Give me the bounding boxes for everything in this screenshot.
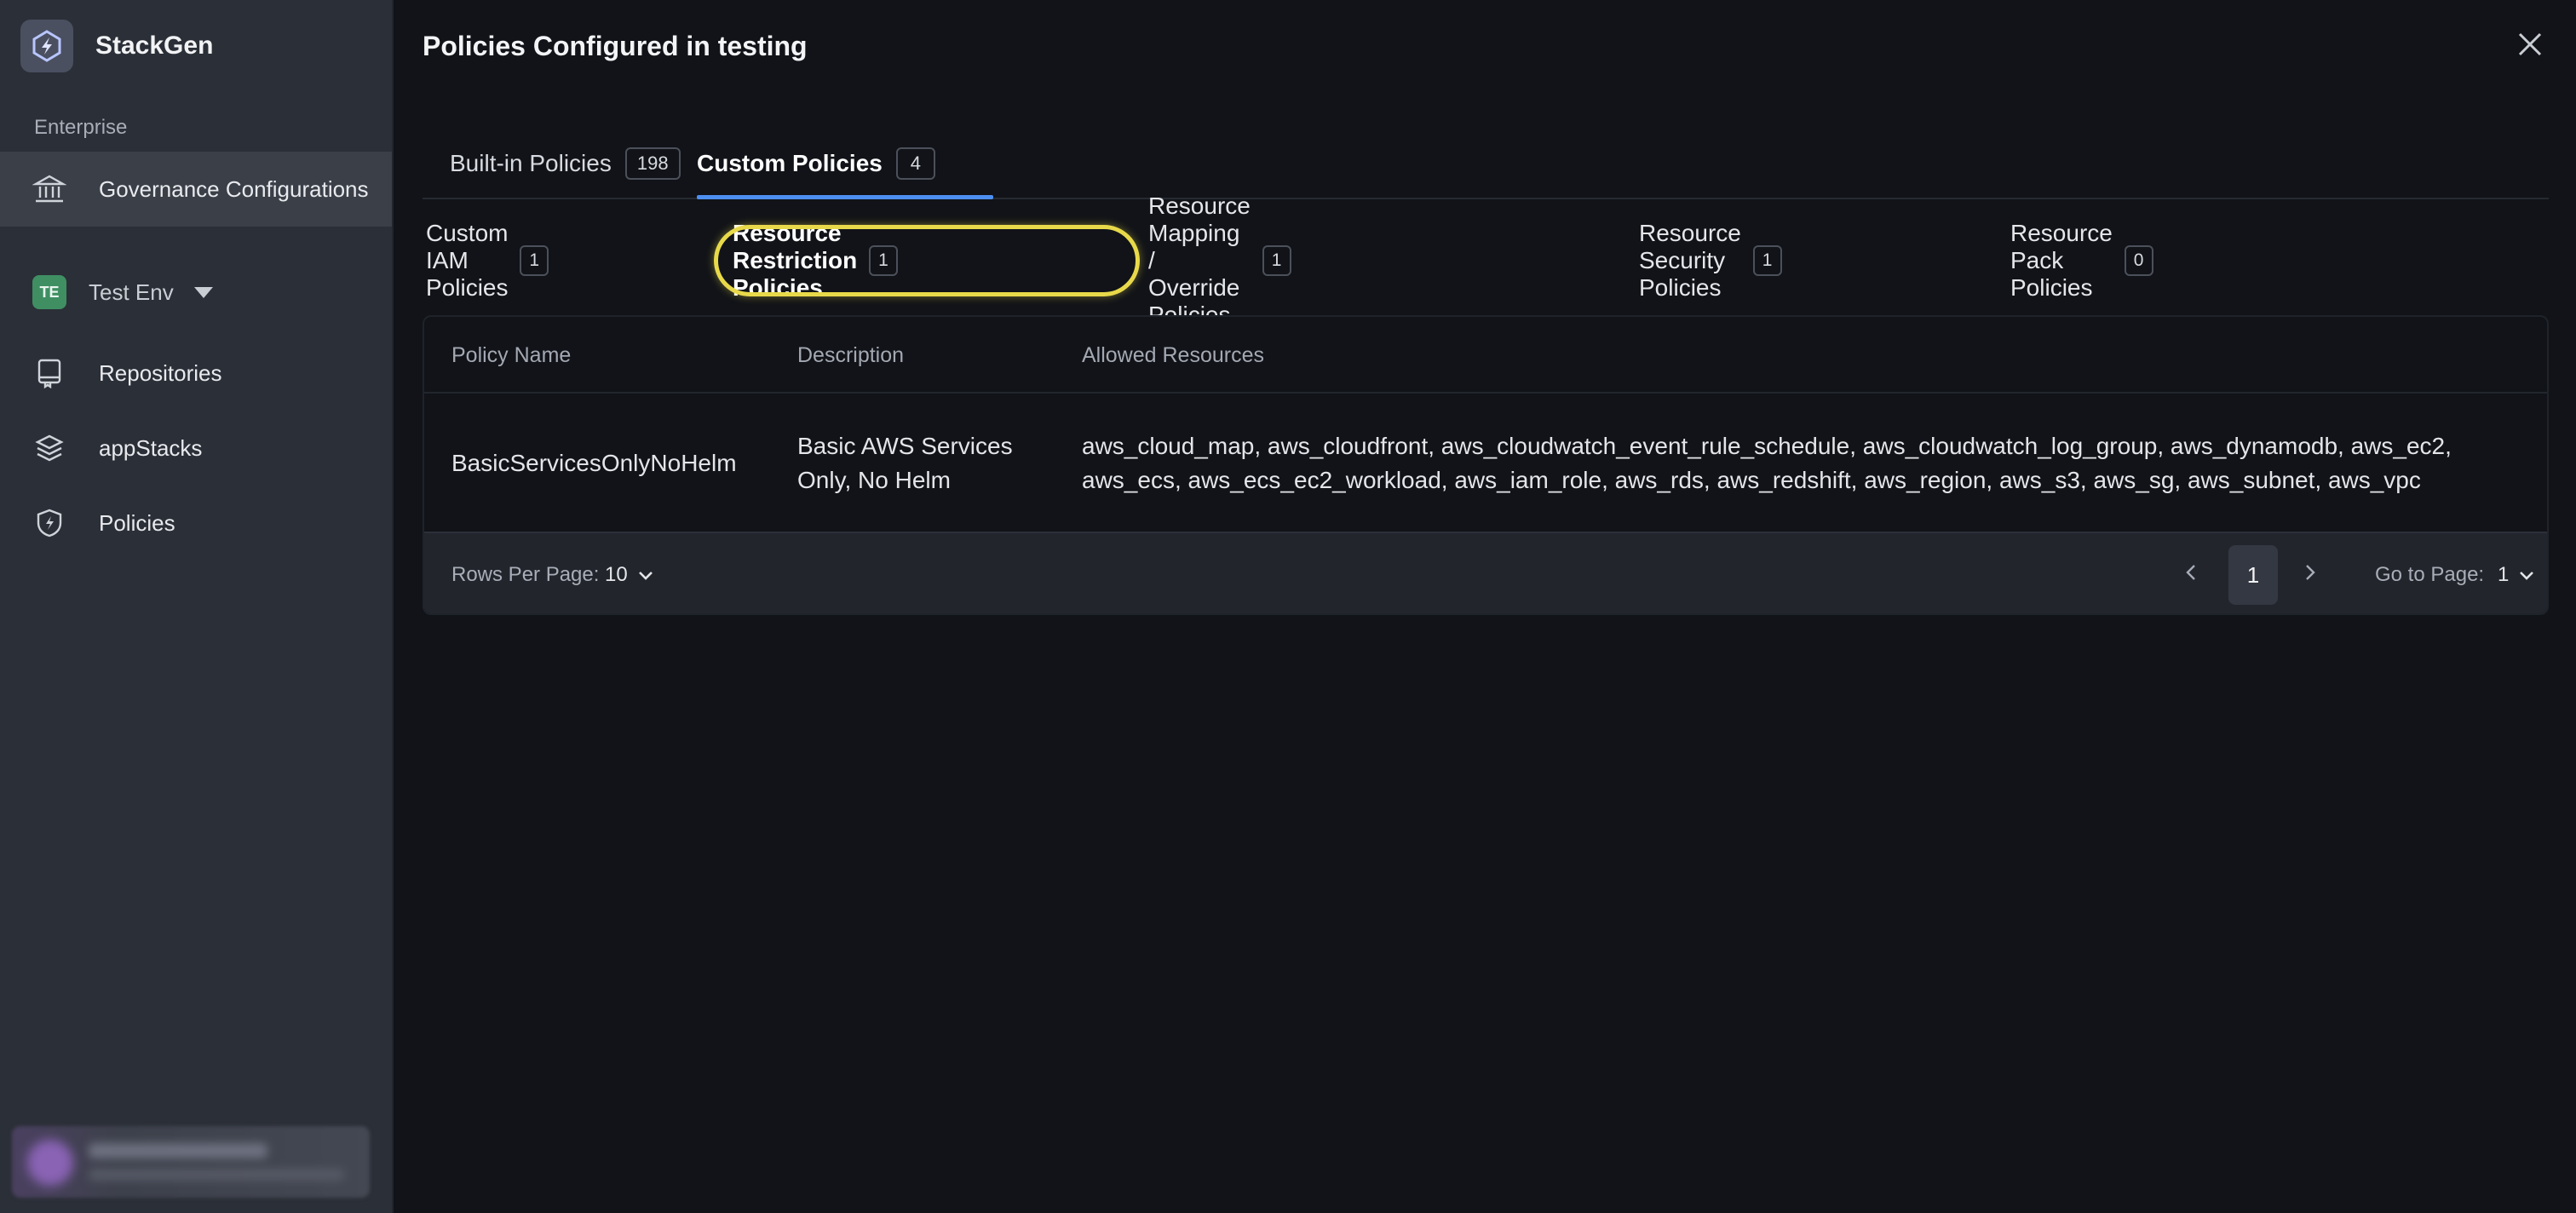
bank-icon <box>32 172 66 206</box>
subtab-resource-mapping-override-policies[interactable]: Resource Mapping / Override Policies 1 <box>1148 193 1291 328</box>
sidebar-item-policies[interactable]: Policies <box>0 489 392 557</box>
subtab-resource-pack-policies[interactable]: Resource Pack Policies 0 <box>2010 220 2153 301</box>
sidebar-item-repositories[interactable]: Repositories <box>0 339 392 407</box>
subtab-label: Resource Pack Policies <box>2010 220 2113 301</box>
user-name-redacted <box>89 1143 267 1158</box>
avatar <box>27 1140 73 1186</box>
user-email-redacted <box>89 1169 344 1181</box>
policies-table: Policy Name Description Allowed Resource… <box>423 315 2549 615</box>
chevron-down-icon <box>2520 572 2534 580</box>
subtab-label: Custom IAM Policies <box>426 220 509 301</box>
cell-allowed-resources: aws_cloud_map, aws_cloudfront, aws_cloud… <box>1082 395 2452 532</box>
column-header-policy-name: Policy Name <box>451 342 572 367</box>
tab-label: Custom Policies <box>697 150 883 176</box>
subtab-count-badge: 1 <box>1752 245 1782 276</box>
go-to-page-value: 1 <box>2498 563 2510 586</box>
user-profile[interactable] <box>12 1126 370 1198</box>
sidebar-item-label: Policies <box>99 509 175 536</box>
chevron-right-icon <box>2306 565 2315 580</box>
active-tab-indicator <box>697 195 993 199</box>
description-line: Basic AWS Services <box>797 433 1013 459</box>
subtab-count-badge: 1 <box>520 245 549 276</box>
description-line: Only, No Helm <box>797 467 951 493</box>
stackgen-logo-icon <box>20 20 73 72</box>
tab-count-badge: 4 <box>895 147 935 180</box>
chevron-left-icon <box>2186 565 2195 580</box>
resources-line: aws_cloud_map, aws_cloudfront, aws_cloud… <box>1082 433 2452 459</box>
tab-label: Built-in Policies <box>450 150 612 176</box>
go-to-page-label: Go to Page: <box>2375 563 2485 586</box>
environment-badge: TE <box>32 275 66 309</box>
sidebar: StackGen Enterprise Governance Configura… <box>0 0 394 1213</box>
rows-per-page-value: 10 <box>605 563 628 586</box>
brand[interactable]: StackGen <box>20 19 213 73</box>
sidebar-item-governance-configurations[interactable]: Governance Configurations <box>0 152 392 227</box>
chevron-down-icon <box>638 572 653 580</box>
table-row[interactable]: BasicServicesOnlyNoHelm Basic AWS Servic… <box>424 395 2547 532</box>
subtab-count-badge: 1 <box>868 245 898 276</box>
tab-count-badge: 198 <box>624 147 681 180</box>
sidebar-item-appstacks[interactable]: appStacks <box>0 414 392 482</box>
tab-custom-policies[interactable]: Custom Policies 4 <box>697 128 935 199</box>
subtab-count-badge: 0 <box>2124 245 2153 276</box>
column-header-allowed-resources: Allowed Resources <box>1082 342 1264 367</box>
close-icon <box>2518 32 2542 56</box>
rows-per-page-select[interactable]: 10 <box>605 533 655 613</box>
previous-page-button[interactable] <box>2176 555 2206 589</box>
subtab-resource-security-policies[interactable]: Resource Security Policies 1 <box>1639 220 1782 301</box>
policy-tabs: Built-in Policies 198 Custom Policies 4 <box>423 128 2549 199</box>
policies-panel: Policies Configured in testing Built-in … <box>395 0 2576 1213</box>
subtab-count-badge: 1 <box>1262 245 1291 276</box>
repository-icon <box>32 356 66 390</box>
table-header: Policy Name Description Allowed Resource… <box>424 317 2547 394</box>
go-to-page-select[interactable]: 1 <box>2498 533 2536 613</box>
caret-down-icon <box>193 286 213 298</box>
environment-selector[interactable]: TE Test Env <box>32 274 213 310</box>
resources-line: aws_ecs, aws_ecs_ec2_workload, aws_iam_r… <box>1082 467 2421 493</box>
environment-name: Test Env <box>89 279 174 305</box>
page-title: Policies Configured in testing <box>423 31 808 61</box>
subtab-custom-iam-policies[interactable]: Custom IAM Policies 1 <box>426 220 549 301</box>
subtab-label: Resource Restriction Policies <box>733 220 858 301</box>
section-label-enterprise: Enterprise <box>34 116 128 139</box>
cell-policy-name: BasicServicesOnlyNoHelm <box>451 450 737 476</box>
close-button[interactable] <box>2511 26 2549 63</box>
tab-built-in-policies[interactable]: Built-in Policies 198 <box>450 128 681 199</box>
subtab-resource-restriction-policies[interactable]: Resource Restriction Policies 1 <box>733 220 898 301</box>
subtab-label: Resource Mapping / Override Policies <box>1148 193 1251 328</box>
layers-icon <box>32 431 66 465</box>
subtab-label: Resource Security Policies <box>1639 220 1741 301</box>
table-footer: Rows Per Page: 10 1 Go to Page: 1 <box>424 532 2547 613</box>
column-header-description: Description <box>797 342 905 367</box>
rows-per-page-label: Rows Per Page: <box>451 563 600 586</box>
cell-description: Basic AWS Services Only, No Helm <box>797 395 1013 532</box>
sidebar-item-label: appStacks <box>99 434 203 461</box>
sidebar-item-label: Repositories <box>99 359 222 386</box>
shield-bolt-icon <box>32 506 66 540</box>
next-page-button[interactable] <box>2295 555 2326 589</box>
sidebar-item-label: Governance Configurations <box>99 175 369 202</box>
page-number-button[interactable]: 1 <box>2228 545 2278 605</box>
brand-name: StackGen <box>95 32 214 60</box>
